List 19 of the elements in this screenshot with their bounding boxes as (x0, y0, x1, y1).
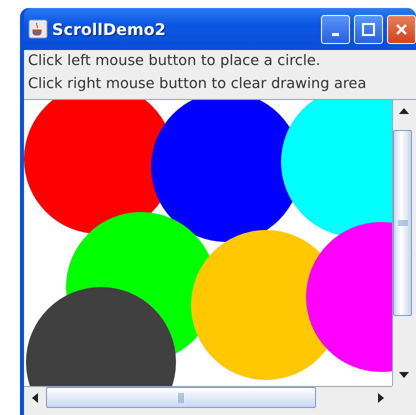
maximize-icon (362, 22, 375, 36)
up-arrow-icon (399, 108, 409, 114)
instruction-text: Click right mouse button to clear drawing area (27, 75, 368, 94)
instruction-text: Click left mouse button to place a circle. (27, 52, 322, 71)
close-button[interactable] (387, 14, 416, 44)
vertical-scrollbar[interactable] (392, 100, 412, 386)
grip-icon (396, 220, 408, 226)
down-arrow-icon (399, 372, 409, 378)
maximize-button[interactable] (354, 14, 383, 44)
left-arrow-icon (32, 393, 38, 403)
drawing-area[interactable] (24, 100, 392, 386)
minimize-icon (332, 32, 339, 36)
right-arrow-icon (378, 393, 384, 403)
minimize-button[interactable] (321, 14, 350, 44)
window-title: ScrollDemo2 (52, 20, 167, 38)
horizontal-scrollbar[interactable] (24, 386, 392, 408)
grip-icon (178, 392, 184, 404)
close-icon (395, 22, 408, 36)
java-cup-icon (28, 19, 48, 39)
